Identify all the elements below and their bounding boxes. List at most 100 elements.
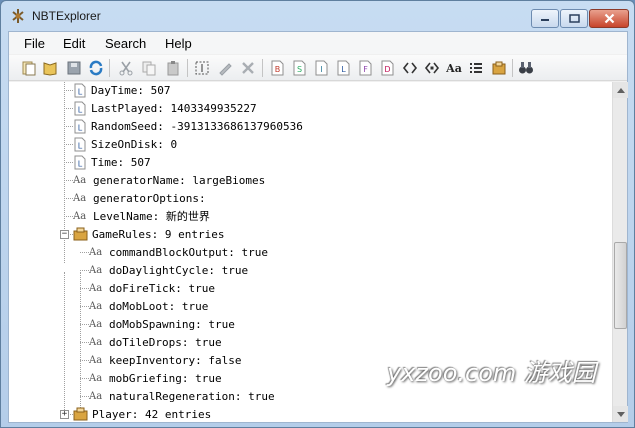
tree-row[interactable]: Aa commandBlockOutput: true <box>89 243 268 261</box>
tree-guide-line <box>80 324 89 325</box>
tag-letter: D <box>384 65 390 74</box>
tree-row[interactable]: Player: 42 entries <box>73 405 211 422</box>
tree-row[interactable]: L DayTime: 507 <box>73 82 170 99</box>
menu-file[interactable]: File <box>24 36 45 51</box>
add-compound-icon <box>492 61 506 75</box>
tree-row[interactable]: Aa LevelName: 新的世界 <box>73 207 210 225</box>
tree-row[interactable]: Aa doMobSpawning: true <box>89 315 235 333</box>
string-tag-icon: Aa <box>89 318 103 330</box>
collapse-toggle[interactable]: − <box>60 230 69 239</box>
cut-button[interactable] <box>117 59 135 77</box>
tree-guide-line <box>80 342 89 343</box>
tree-row[interactable]: L Time: 507 <box>73 153 151 171</box>
vertical-scrollbar[interactable] <box>612 82 628 422</box>
open-button[interactable] <box>41 59 59 77</box>
toolbar: B S I L F D Aa <box>9 55 627 81</box>
tree-row[interactable]: L RandomSeed: -3913133686137960536 <box>73 117 303 135</box>
find-button[interactable] <box>517 59 535 77</box>
add-double-button[interactable]: D <box>378 59 396 77</box>
tree-row[interactable]: Aa doMobLoot: true <box>89 297 208 315</box>
maximize-icon <box>568 14 580 23</box>
add-byte-button[interactable]: B <box>268 59 286 77</box>
expand-toggle[interactable]: + <box>60 410 69 419</box>
menu-help[interactable]: Help <box>165 36 192 51</box>
scroll-thumb[interactable] <box>614 242 627 329</box>
rename-icon <box>195 61 209 75</box>
long-tag-icon: L <box>74 137 86 151</box>
add-string-button[interactable]: Aa <box>445 59 463 77</box>
open-folder-icon <box>22 61 36 76</box>
refresh-button[interactable] <box>87 59 105 77</box>
add-long-button[interactable]: L <box>334 59 352 77</box>
scroll-down-button[interactable] <box>613 406 628 422</box>
copy-button[interactable] <box>140 59 158 77</box>
menu-edit[interactable]: Edit <box>63 36 85 51</box>
edit-button[interactable] <box>216 59 234 77</box>
string-tag-icon: Aa <box>89 282 103 294</box>
svg-text:L: L <box>78 105 83 114</box>
rename-button[interactable] <box>193 59 211 77</box>
maximize-button[interactable] <box>560 9 588 28</box>
string-tag-icon: Aa <box>89 264 103 276</box>
tree-row-label: LastPlayed: 1403349935227 <box>91 101 257 115</box>
paste-button[interactable] <box>164 59 182 77</box>
delete-button[interactable] <box>239 59 257 77</box>
long-tag-icon: L <box>74 83 86 97</box>
tree-guide-line <box>64 144 73 145</box>
add-int-array-button[interactable] <box>423 59 441 77</box>
tree-row[interactable]: Aa doDaylightCycle: true <box>89 261 248 279</box>
tree-row-label: keepInventory: false <box>109 353 242 367</box>
add-float-icon: F <box>359 60 372 76</box>
tree-row[interactable]: Aa generatorOptions: <box>73 189 206 207</box>
scroll-up-button[interactable] <box>613 82 628 98</box>
minimize-button[interactable] <box>531 9 559 28</box>
add-int-array-icon <box>424 62 440 74</box>
tree-row-label: RandomSeed: -3913133686137960536 <box>91 119 303 133</box>
cut-icon <box>119 61 133 76</box>
add-byte-array-icon <box>402 62 418 74</box>
tree-guide-line <box>80 252 89 253</box>
tree-guide-line <box>80 396 89 397</box>
tree-row[interactable]: GameRules: 9 entries <box>73 225 224 243</box>
toolbar-separator <box>109 59 110 77</box>
tree-row[interactable]: Aa keepInventory: false <box>89 351 241 369</box>
app-logo-icon <box>12 9 24 23</box>
add-int-button[interactable]: I <box>312 59 330 77</box>
add-string-icon: Aa <box>446 61 462 75</box>
tree-row[interactable]: L SizeOnDisk: 0 <box>73 135 177 153</box>
tree-guide-line <box>64 180 73 181</box>
title-bar[interactable]: NBTExplorer <box>1 1 634 31</box>
tree-row-label: generatorOptions: <box>93 191 206 205</box>
string-tag-icon: Aa <box>89 372 103 384</box>
toolbar-separator <box>512 59 513 77</box>
toolbar-separator <box>262 59 263 77</box>
add-list-button[interactable] <box>467 59 485 77</box>
add-float-button[interactable]: F <box>356 59 374 77</box>
tree-row-label: doTileDrops: true <box>109 335 222 349</box>
tree-row[interactable]: Aa generatorName: largeBiomes <box>73 171 265 189</box>
save-icon <box>67 61 81 75</box>
svg-text:L: L <box>78 141 83 150</box>
tree-row[interactable]: Aa doTileDrops: true <box>89 333 222 351</box>
string-tag-icon: Aa <box>89 336 103 348</box>
string-tag-icon: Aa <box>73 210 87 222</box>
string-tag-icon: Aa <box>89 246 103 258</box>
add-short-button[interactable]: S <box>290 59 308 77</box>
save-button[interactable] <box>65 59 83 77</box>
menu-search[interactable]: Search <box>105 36 146 51</box>
tree-row[interactable]: Aa doFireTick: true <box>89 279 215 297</box>
add-double-icon: D <box>381 60 394 76</box>
tree-row-label: Player: 42 entries <box>92 407 212 421</box>
tree-guide-line <box>64 162 73 163</box>
add-compound-button[interactable] <box>490 59 508 77</box>
tree-row[interactable]: Aa naturalRegeneration: true <box>89 387 275 405</box>
add-byte-array-button[interactable] <box>401 59 419 77</box>
tree-row[interactable]: Aa mobGriefing: true <box>89 369 222 387</box>
refresh-icon <box>89 60 103 76</box>
open-folder-button[interactable] <box>20 59 38 77</box>
close-button[interactable] <box>589 9 629 28</box>
tag-letter: L <box>341 65 346 74</box>
tree-row[interactable]: L LastPlayed: 1403349935227 <box>73 99 257 117</box>
tree-row-label: SizeOnDisk: 0 <box>91 137 178 151</box>
tree-row-label: doMobLoot: true <box>109 299 209 313</box>
